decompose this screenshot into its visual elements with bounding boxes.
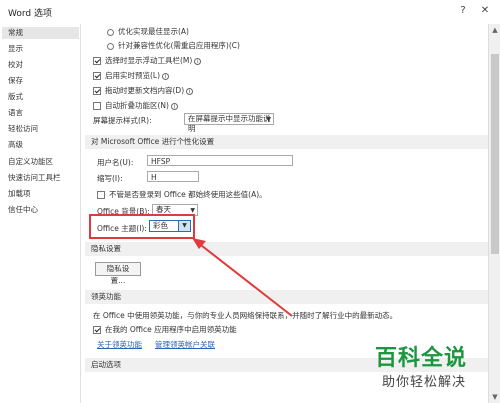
watermark-logo: 百科全说 助你轻松解决 (372, 340, 494, 396)
watermark-sub-text: 助你轻松解决 (382, 375, 467, 390)
watermark-main-text: 百科全说 (375, 346, 468, 371)
